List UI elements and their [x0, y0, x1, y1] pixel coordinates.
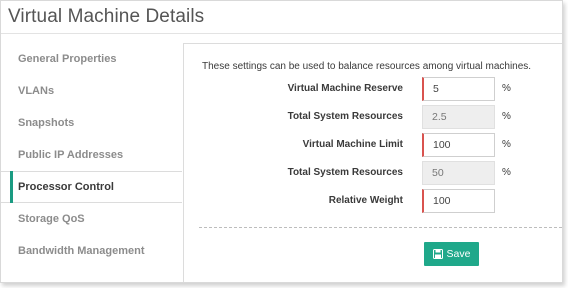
sidebar-item-label: Processor Control: [18, 181, 114, 193]
form-row-total-system-resources-2: Total System Resources %: [184, 161, 562, 186]
sidebar-item-bandwidth-management[interactable]: Bandwidth Management: [1, 235, 182, 267]
relative-weight-input[interactable]: [422, 189, 495, 213]
sidebar: General Properties VLANs Snapshots Publi…: [1, 43, 183, 282]
form-row-vm-limit: Virtual Machine Limit %: [184, 133, 562, 158]
vm-limit-input[interactable]: [422, 133, 495, 157]
vm-reserve-input[interactable]: [422, 77, 495, 101]
form-row-total-system-resources-1: Total System Resources %: [184, 105, 562, 130]
divider: [199, 227, 562, 228]
unit-label: %: [502, 139, 511, 150]
field-label: Total System Resources: [287, 167, 403, 178]
field-label: Virtual Machine Reserve: [287, 83, 403, 94]
field-label: Virtual Machine Limit: [302, 139, 403, 150]
form-row-vm-reserve: Virtual Machine Reserve %: [184, 77, 562, 102]
sidebar-item-snapshots[interactable]: Snapshots: [1, 107, 182, 139]
sidebar-item-vlans[interactable]: VLANs: [1, 75, 182, 107]
save-button-label: Save: [446, 248, 471, 260]
floppy-disk-icon: [432, 249, 443, 259]
sidebar-item-label: Snapshots: [18, 117, 75, 129]
intro-text: These settings can be used to balance re…: [202, 61, 532, 72]
total-system-resources-field-1: [422, 105, 495, 129]
form-row-relative-weight: Relative Weight: [184, 189, 562, 214]
save-button[interactable]: Save: [424, 242, 479, 266]
sidebar-item-processor-control[interactable]: Processor Control: [1, 171, 183, 203]
vm-details-window: Virtual Machine Details General Properti…: [0, 0, 563, 283]
processor-control-panel: These settings can be used to balance re…: [183, 43, 562, 282]
total-system-resources-field-2: [422, 161, 495, 185]
sidebar-item-general-properties[interactable]: General Properties: [1, 43, 182, 75]
sidebar-item-label: VLANs: [18, 85, 55, 97]
sidebar-item-label: Bandwidth Management: [18, 245, 145, 257]
unit-label: %: [502, 111, 511, 122]
sidebar-item-label: Storage QoS: [18, 213, 85, 225]
unit-label: %: [502, 167, 511, 178]
header: Virtual Machine Details: [1, 1, 562, 34]
field-label: Relative Weight: [328, 195, 403, 206]
field-label: Total System Resources: [287, 111, 403, 122]
sidebar-item-public-ip-addresses[interactable]: Public IP Addresses: [1, 139, 182, 171]
page-title: Virtual Machine Details: [8, 6, 205, 27]
sidebar-item-label: Public IP Addresses: [18, 149, 124, 161]
sidebar-item-storage-qos[interactable]: Storage QoS: [1, 203, 182, 235]
unit-label: %: [502, 83, 511, 94]
sidebar-item-label: General Properties: [18, 53, 117, 65]
